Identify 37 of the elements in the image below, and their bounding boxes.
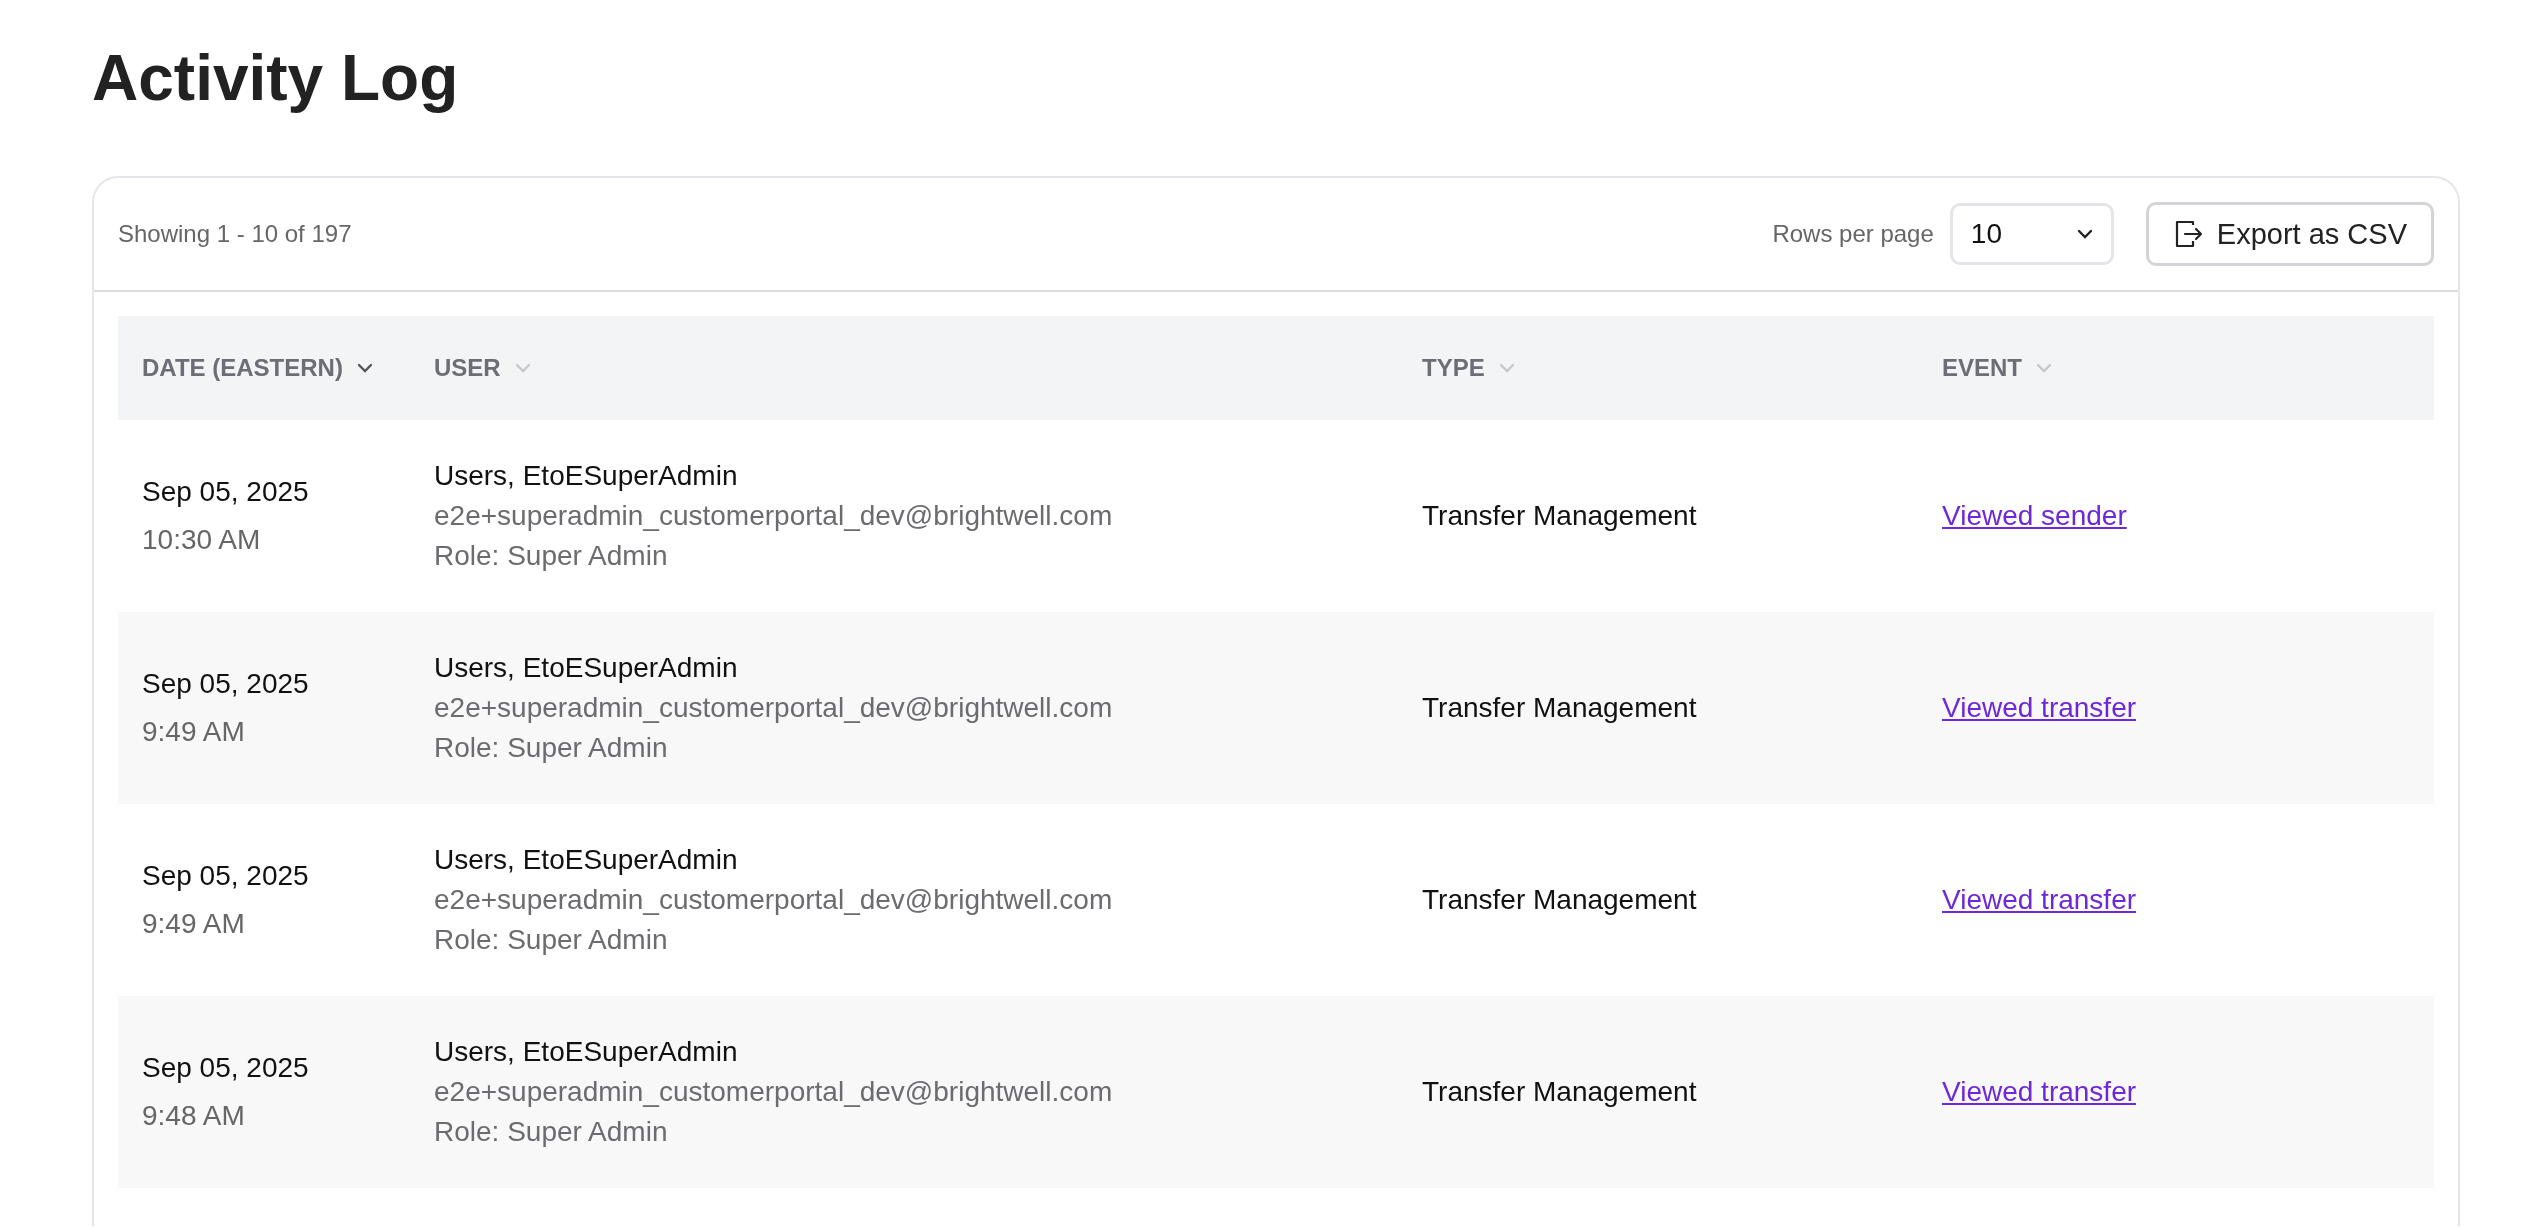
user-email: e2e+superadmin_customerportal_dev@brightwell.com	[434, 499, 1114, 533]
date-text: Sep 05, 2025	[142, 475, 310, 509]
event-link[interactable]: Viewed transfer	[1942, 884, 2137, 916]
user-name: Users, EtoESuperAdmin	[434, 1035, 739, 1069]
user-email: e2e+superadmin_customerportal_dev@brightwell.com	[434, 883, 1114, 917]
results-summary: Showing 1 - 10 of 197	[118, 220, 353, 248]
time-text: 9:49 AM	[142, 907, 246, 941]
user-name: Users, EtoESuperAdmin	[434, 843, 739, 877]
user-role: Role: Super Admin	[434, 923, 669, 957]
event-link[interactable]: Viewed transfer	[1942, 1076, 2137, 1108]
column-header[interactable]: DATE (EASTERN)	[118, 316, 410, 420]
column-header[interactable]: USER	[410, 316, 1398, 420]
user-role: Role: Super Admin	[434, 1115, 669, 1149]
type-text: Transfer Management	[1422, 884, 1697, 916]
date-text: Sep 05, 2025	[142, 667, 310, 701]
type-text: Transfer Management	[1422, 692, 1697, 724]
user-role: Role: Super Admin	[434, 539, 669, 573]
time-text: 10:30 AM	[142, 523, 262, 557]
user-name: Users, EtoESuperAdmin	[434, 459, 739, 493]
type-text: Transfer Management	[1422, 1076, 1697, 1108]
event-link[interactable]: Viewed transfer	[1942, 692, 2137, 724]
date-text: Sep 05, 2025	[142, 859, 310, 893]
user-role: Role: Super Admin	[434, 731, 669, 765]
date-text: Sep 05, 2025	[142, 1051, 310, 1085]
user-name: Users, EtoESuperAdmin	[434, 651, 739, 685]
column-header[interactable]: TYPE	[1398, 316, 1918, 420]
rows-per-page-label: Rows per page	[1772, 220, 1934, 248]
time-text: 9:49 AM	[142, 715, 246, 749]
page-title: Activity Log	[92, 41, 459, 116]
rows-per-page-dropdown[interactable]: 10	[1949, 203, 2114, 265]
time-text: 9:48 AM	[142, 1099, 246, 1133]
type-text: Transfer Management	[1422, 500, 1697, 532]
user-email: e2e+superadmin_customerportal_dev@brightwell.com	[434, 1075, 1114, 1109]
event-link[interactable]: Viewed sender	[1942, 500, 2127, 532]
column-header[interactable]: EVENT	[1918, 316, 2434, 420]
user-email: e2e+superadmin_customerportal_dev@brightwell.com	[434, 691, 1114, 725]
export-csv-button[interactable]: Export as CSV	[2145, 202, 2434, 266]
